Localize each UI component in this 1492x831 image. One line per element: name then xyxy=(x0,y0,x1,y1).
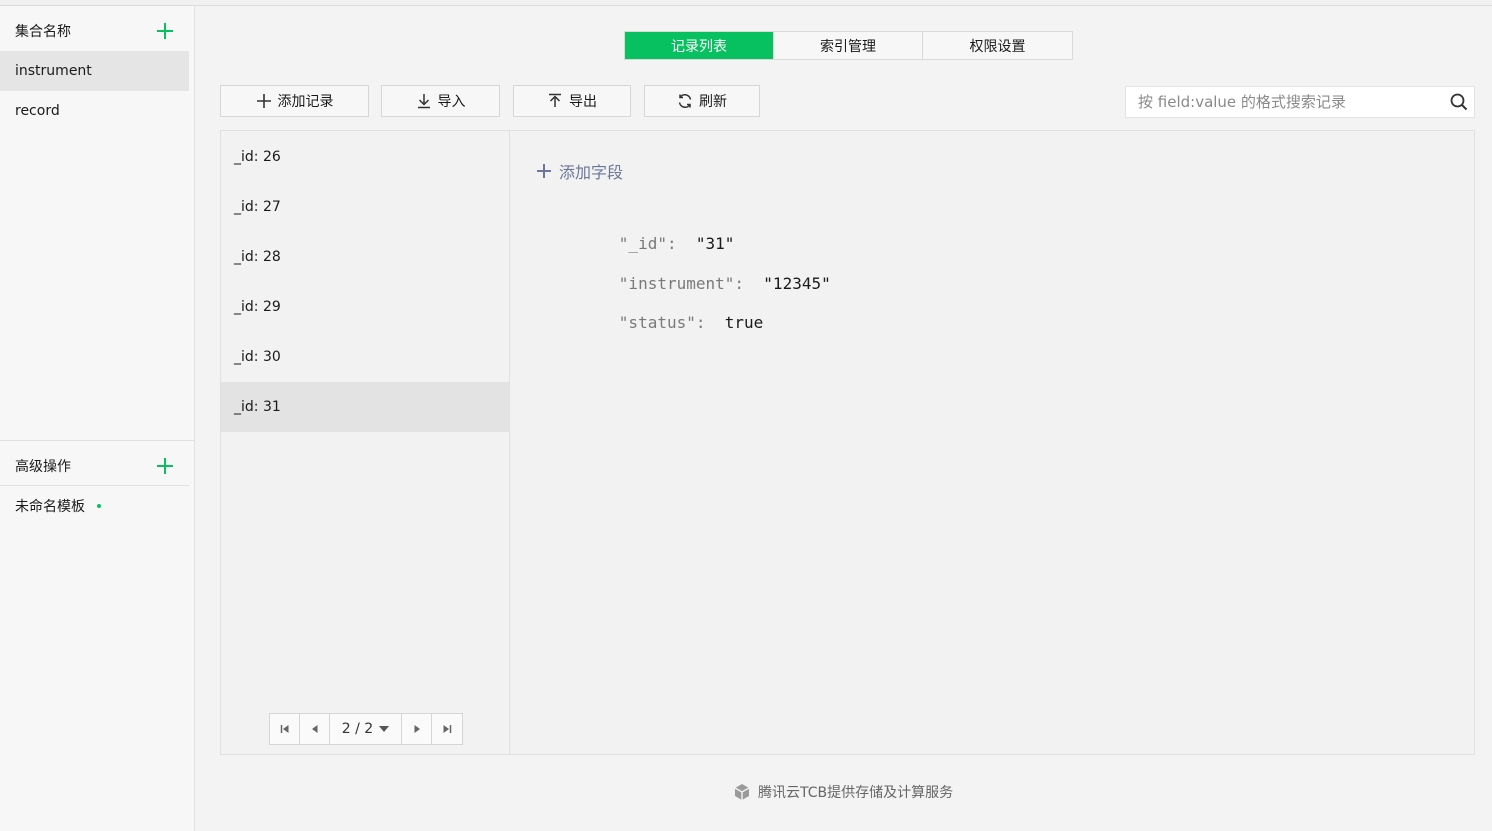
top-border xyxy=(0,0,1492,6)
sidebar-item-record[interactable]: record xyxy=(0,91,189,131)
export-label: 导出 xyxy=(569,94,597,110)
tencent-cloud-logo-icon xyxy=(734,784,750,800)
field-colon: : xyxy=(666,234,696,253)
prev-page-button[interactable] xyxy=(300,714,330,744)
sidebar-item-instrument[interactable]: instrument xyxy=(0,51,189,91)
footer-text: 腾讯云TCB提供存储及计算服务 xyxy=(758,785,954,801)
tab-bar: 记录列表 索引管理 权限设置 xyxy=(624,31,1073,60)
page-indicator: 2 / 2 xyxy=(341,721,374,737)
field-colon: : xyxy=(695,313,725,332)
sidebar-item-template[interactable]: 未命名模板 xyxy=(0,486,189,526)
chevron-down-icon xyxy=(379,726,390,732)
upload-icon xyxy=(549,93,561,107)
advanced-header: 高级操作 xyxy=(0,446,189,486)
record-detail: 添加字段 "_id": "31" "instrument": "12345" "… xyxy=(511,131,1474,754)
field-key: "_id" xyxy=(618,234,667,253)
field-colon: : xyxy=(734,274,764,293)
refresh-button[interactable]: 刷新 xyxy=(644,85,760,117)
refresh-label: 刷新 xyxy=(699,94,727,110)
tab-indexes[interactable]: 索引管理 xyxy=(774,32,923,59)
refresh-icon xyxy=(678,94,692,108)
record-row[interactable]: _id: 30 xyxy=(221,332,509,382)
records-panel: _id: 26 _id: 27 _id: 28 _id: 29 _id: 30 … xyxy=(220,130,1475,755)
add-record-label: 添加记录 xyxy=(277,94,334,110)
add-record-button[interactable]: 添加记录 xyxy=(220,85,369,117)
template-label: 未命名模板 xyxy=(15,499,85,515)
search-icon[interactable] xyxy=(1444,87,1474,117)
page-select[interactable]: 2 / 2 xyxy=(330,714,402,744)
collections-header: 集合名称 xyxy=(0,11,189,51)
pagination: 2 / 2 xyxy=(269,713,463,745)
add-collection-icon[interactable] xyxy=(157,23,173,39)
collections-header-title: 集合名称 xyxy=(15,24,71,40)
first-page-button[interactable] xyxy=(270,714,300,744)
advanced-header-title: 高级操作 xyxy=(15,459,71,475)
field-key: "status" xyxy=(618,313,696,332)
next-page-icon xyxy=(414,725,420,733)
search-input[interactable] xyxy=(1126,87,1444,117)
add-template-icon[interactable] xyxy=(157,458,173,474)
unsaved-dot-icon xyxy=(97,504,101,508)
tab-records[interactable]: 记录列表 xyxy=(625,32,774,59)
last-page-button[interactable] xyxy=(432,714,462,744)
sidebar-divider xyxy=(0,440,194,441)
record-row-selected[interactable]: _id: 31 xyxy=(221,382,509,432)
sidebar: 集合名称 instrument record 高级操作 未命名模板 xyxy=(0,6,195,831)
record-list: _id: 26 _id: 27 _id: 28 _id: 29 _id: 30 … xyxy=(221,131,510,754)
field-value: true xyxy=(724,313,764,332)
record-row[interactable]: _id: 26 xyxy=(221,132,509,182)
add-field-button[interactable]: 添加字段 xyxy=(537,159,623,183)
last-page-icon xyxy=(443,725,452,733)
tab-permissions[interactable]: 权限设置 xyxy=(923,32,1072,59)
record-row[interactable]: _id: 27 xyxy=(221,182,509,232)
prev-page-icon xyxy=(311,725,317,733)
first-page-icon xyxy=(280,725,288,733)
footer: 腾讯云TCB提供存储及计算服务 xyxy=(732,782,953,802)
field-value: "31" xyxy=(695,234,735,253)
field-row[interactable]: "status": true xyxy=(561,294,764,351)
import-button[interactable]: 导入 xyxy=(381,85,500,117)
plus-icon xyxy=(537,164,551,178)
plus-icon xyxy=(256,94,271,108)
field-key: "instrument" xyxy=(618,274,735,293)
search-box xyxy=(1125,86,1475,118)
add-field-label: 添加字段 xyxy=(559,163,624,182)
export-button[interactable]: 导出 xyxy=(513,85,631,117)
field-value: "12345" xyxy=(763,274,831,293)
record-row[interactable]: _id: 29 xyxy=(221,282,509,332)
download-icon xyxy=(417,94,430,109)
record-row[interactable]: _id: 28 xyxy=(221,232,509,282)
import-label: 导入 xyxy=(437,94,466,110)
next-page-button[interactable] xyxy=(402,714,432,744)
